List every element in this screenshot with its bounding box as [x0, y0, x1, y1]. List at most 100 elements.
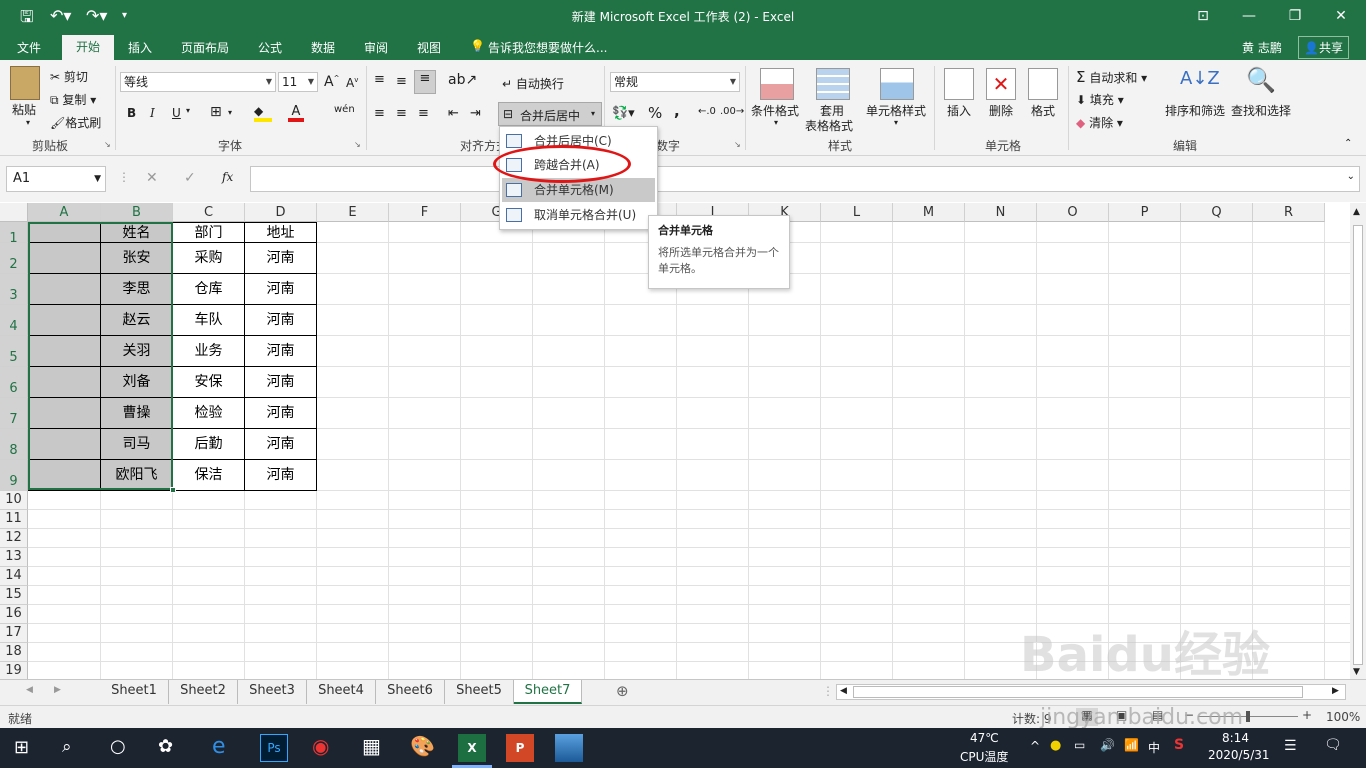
merge-center-button[interactable]: ⊟ 合并后居中 ▾: [498, 102, 602, 126]
fill-handle[interactable]: [170, 487, 176, 493]
sogou-ime-icon[interactable]: S: [1174, 737, 1184, 753]
scroll-left-icon[interactable]: ◀: [840, 686, 847, 696]
zoom-in-icon[interactable]: +: [1302, 708, 1312, 722]
table-cell[interactable]: 刘备: [101, 367, 173, 398]
edge-browser-icon[interactable]: e: [212, 734, 226, 759]
name-box[interactable]: A1 ▼: [6, 166, 106, 192]
row-header[interactable]: 11: [0, 510, 28, 529]
fill-color-icon[interactable]: ◆: [254, 104, 272, 122]
scroll-up-icon[interactable]: ▲: [1353, 207, 1360, 217]
decrease-indent-icon[interactable]: ⇤: [448, 106, 459, 121]
format-cells-button[interactable]: 格式: [1031, 102, 1055, 119]
table-cell[interactable]: 地址: [245, 222, 317, 243]
table-cell[interactable]: 河南: [245, 460, 317, 491]
conditional-format-button[interactable]: 条件格式: [751, 102, 799, 119]
column-header[interactable]: O: [1037, 203, 1109, 222]
cell-a[interactable]: [28, 398, 101, 429]
grow-font-icon[interactable]: A^: [324, 74, 339, 90]
row-header[interactable]: 1: [0, 222, 28, 246]
paste-button[interactable]: 粘贴: [12, 101, 36, 118]
align-center-icon[interactable]: ≡: [396, 106, 407, 121]
scroll-right-icon[interactable]: ▶: [1332, 686, 1339, 696]
font-color-icon[interactable]: A: [288, 104, 304, 122]
clock-date[interactable]: 2020/5/31: [1208, 748, 1270, 762]
cell-a[interactable]: [28, 336, 101, 367]
tab-home[interactable]: 开始: [62, 35, 114, 60]
collapse-ribbon-icon[interactable]: ⌃: [1344, 138, 1352, 149]
currency-icon[interactable]: 💱▾: [612, 106, 635, 121]
cut-button[interactable]: ✂ 剪切: [50, 68, 88, 85]
column-header[interactable]: N: [965, 203, 1037, 222]
cell-a[interactable]: [28, 367, 101, 398]
select-all-corner[interactable]: [0, 203, 28, 222]
clear-button[interactable]: ◆ 清除 ▾: [1076, 114, 1123, 131]
column-header[interactable]: F: [389, 203, 461, 222]
table-cell[interactable]: 安保: [173, 367, 245, 398]
scrollbar-thumb[interactable]: [1353, 225, 1363, 665]
table-cell[interactable]: 河南: [245, 336, 317, 367]
minimize-button[interactable]: —: [1226, 4, 1272, 28]
row-header[interactable]: 6: [0, 367, 28, 398]
table-cell[interactable]: 关羽: [101, 336, 173, 367]
cell-styles-icon[interactable]: [880, 68, 914, 100]
cancel-icon[interactable]: ✕: [146, 170, 158, 186]
column-header[interactable]: C: [173, 203, 245, 222]
share-button[interactable]: 👤共享: [1298, 36, 1349, 59]
format-painter-button[interactable]: 🖌格式刷: [50, 114, 101, 131]
shrink-font-icon[interactable]: Av: [346, 76, 358, 90]
wrap-text-button[interactable]: ↵ 自动换行: [502, 75, 564, 92]
table-cell[interactable]: 河南: [245, 367, 317, 398]
format-table-icon[interactable]: [816, 68, 850, 100]
table-cell[interactable]: 车队: [173, 305, 245, 336]
tell-me-box[interactable]: 告诉我您想要做什么...: [488, 39, 607, 56]
table-cell[interactable]: 业务: [173, 336, 245, 367]
expand-icon[interactable]: ⌄: [1347, 171, 1355, 182]
sheet-tab[interactable]: Sheet3: [238, 680, 307, 704]
column-header[interactable]: D: [245, 203, 317, 222]
cell-a[interactable]: [28, 429, 101, 460]
table-cell[interactable]: 李思: [101, 274, 173, 305]
calculator-icon[interactable]: ▦: [362, 734, 381, 758]
tab-formulas[interactable]: 公式: [258, 39, 282, 56]
user-name[interactable]: 黄 志鹏: [1242, 39, 1282, 56]
delete-cells-icon[interactable]: ✕: [986, 68, 1016, 100]
row-header[interactable]: 13: [0, 548, 28, 567]
chevron-down-icon[interactable]: ▾: [774, 118, 778, 127]
table-cell[interactable]: 河南: [245, 398, 317, 429]
fan-app-icon[interactable]: ✿: [158, 736, 173, 757]
photos-icon[interactable]: [555, 734, 583, 762]
underline-button[interactable]: U: [172, 106, 181, 120]
menu-item-unmerge[interactable]: 取消单元格合并(U): [502, 203, 655, 227]
column-header[interactable]: A: [28, 203, 101, 222]
find-select-icon[interactable]: 🔍: [1246, 66, 1276, 94]
table-cell[interactable]: 后勤: [173, 429, 245, 460]
tab-view[interactable]: 视图: [417, 39, 441, 56]
sheet-tab[interactable]: Sheet2: [169, 680, 238, 704]
next-sheet-icon[interactable]: ▶: [54, 685, 61, 695]
paint-icon[interactable]: 🎨: [410, 734, 435, 758]
sheet-tab[interactable]: Sheet1: [100, 680, 169, 704]
new-sheet-icon[interactable]: ⊕: [616, 682, 629, 700]
percent-button[interactable]: %: [648, 104, 662, 122]
table-cell[interactable]: 采购: [173, 243, 245, 274]
task-view-icon[interactable]: ○: [110, 736, 126, 757]
sort-filter-button[interactable]: 排序和筛选: [1165, 102, 1225, 119]
tray-app-icon[interactable]: ●: [1050, 738, 1061, 753]
sheet-tab[interactable]: Sheet7: [514, 680, 582, 704]
row-header[interactable]: 16: [0, 605, 28, 624]
format-cells-icon[interactable]: [1028, 68, 1058, 100]
row-header[interactable]: 7: [0, 398, 28, 429]
row-header[interactable]: 2: [0, 243, 28, 274]
align-left-icon[interactable]: ≡: [374, 106, 385, 121]
cell-a[interactable]: [28, 274, 101, 305]
font-name-combo[interactable]: 等线 ▼: [120, 72, 276, 92]
vertical-scrollbar[interactable]: ▲ ▼: [1350, 203, 1366, 679]
increase-indent-icon[interactable]: ⇥: [470, 106, 481, 121]
clock-time[interactable]: 8:14: [1222, 731, 1249, 745]
tray-arrow-icon[interactable]: ^: [1030, 739, 1040, 753]
dialog-launcher-icon[interactable]: ↘: [734, 140, 741, 149]
close-button[interactable]: ✕: [1318, 4, 1364, 28]
row-header[interactable]: 19: [0, 662, 28, 679]
find-select-button[interactable]: 查找和选择: [1231, 102, 1291, 119]
cell-a[interactable]: [28, 222, 101, 243]
